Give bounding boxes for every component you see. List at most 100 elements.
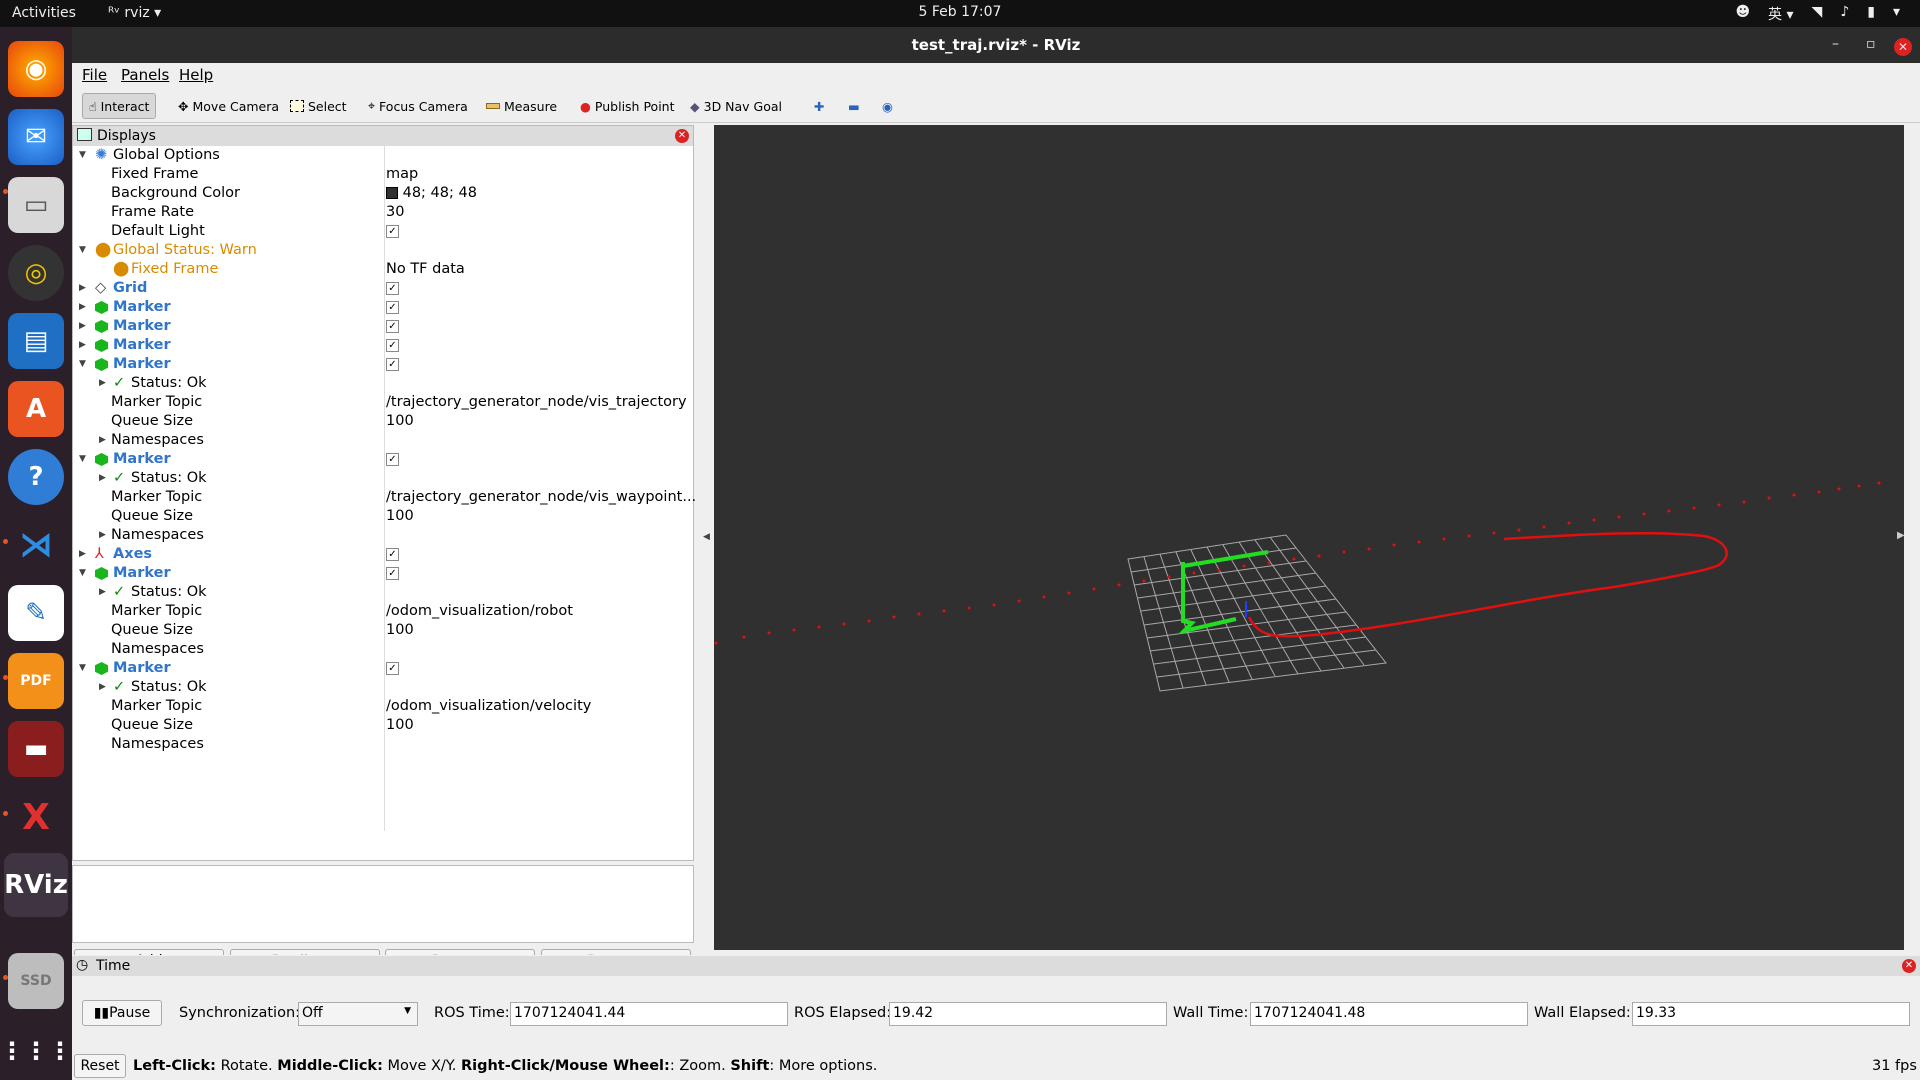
- tree-row-fixed-frame[interactable]: Fixed Frame map: [73, 165, 693, 184]
- tree-value[interactable]: /odom_visualization/robot: [386, 602, 573, 621]
- tree-row-frame-rate[interactable]: Frame Rate 30: [73, 203, 693, 222]
- tree-row-queue-size[interactable]: Queue Size 100: [73, 507, 693, 526]
- tree-row-status-ok[interactable]: ▶ ✓ Status: Ok: [73, 678, 693, 697]
- tree-row-marker[interactable]: ▶ Marker ✓: [73, 336, 693, 355]
- tree-value[interactable]: /trajectory_generator_node/vis_waypoint.…: [386, 488, 696, 507]
- thunderbird-icon[interactable]: ✉: [8, 109, 64, 165]
- display-tree[interactable]: ▼ ✺ Global Options Fixed Frame map Backg…: [73, 146, 696, 831]
- tree-row-namespaces[interactable]: Namespaces: [73, 735, 693, 754]
- tree-value[interactable]: map: [386, 165, 418, 184]
- software-center-icon[interactable]: A: [8, 381, 64, 437]
- tree-row-axes[interactable]: ▶ ⅄ Axes ✓: [73, 545, 693, 564]
- collapsed-arrow-icon[interactable]: ▶: [79, 279, 86, 298]
- rviz-icon[interactable]: RViz: [4, 853, 68, 917]
- reset-button[interactable]: Reset: [74, 1054, 126, 1078]
- collapsed-arrow-icon[interactable]: ▶: [99, 526, 106, 545]
- firefox-icon[interactable]: ◉: [8, 41, 64, 97]
- tree-row-namespaces[interactable]: Namespaces: [73, 640, 693, 659]
- collapsed-arrow-icon[interactable]: ▶: [99, 469, 106, 488]
- tree-value[interactable]: 100: [386, 507, 414, 526]
- tree-value[interactable]: 100: [386, 621, 414, 640]
- pdf-editor-icon[interactable]: PDF: [8, 653, 64, 709]
- expand-arrow-icon[interactable]: ▼: [79, 241, 86, 260]
- expand-arrow-icon[interactable]: ▼: [79, 564, 86, 583]
- system-tray[interactable]: ☻ 英 ▾ ◥ ♪ ▮ ▾: [1735, 4, 1900, 24]
- view-options-button[interactable]: ◉: [876, 93, 899, 119]
- nav-goal-tool-button[interactable]: ◆ 3D Nav Goal: [684, 93, 788, 119]
- tree-row-marker[interactable]: ▶ Marker ✓: [73, 317, 693, 336]
- rhythmbox-icon[interactable]: ◎: [8, 245, 64, 301]
- menu-panels[interactable]: Panels: [121, 66, 169, 84]
- collapsed-arrow-icon[interactable]: ▶: [99, 431, 106, 450]
- checkbox[interactable]: ✓: [386, 281, 399, 295]
- collapsed-arrow-icon[interactable]: ▶: [79, 545, 86, 564]
- checkbox[interactable]: ✓: [386, 319, 399, 333]
- expand-arrow-icon[interactable]: ▼: [79, 355, 86, 374]
- tree-value[interactable]: 48; 48; 48: [386, 184, 477, 203]
- tree-value[interactable]: 100: [386, 716, 414, 735]
- writer-icon[interactable]: ▤: [8, 313, 64, 369]
- files-icon[interactable]: ▭: [8, 177, 64, 233]
- add-tool-button[interactable]: ✚: [808, 93, 830, 119]
- tree-row-marker[interactable]: ▼ Marker ✓: [73, 355, 693, 374]
- pause-button[interactable]: ▮▮Pause: [82, 1000, 162, 1026]
- collapsed-arrow-icon[interactable]: ▶: [79, 317, 86, 336]
- text-editor-icon[interactable]: ✎: [8, 585, 64, 641]
- menu-file[interactable]: File: [82, 66, 107, 84]
- wall-time-field[interactable]: 1707124041.48: [1250, 1002, 1528, 1026]
- tree-row-marker-topic[interactable]: Marker Topic /trajectory_generator_node/…: [73, 488, 696, 507]
- tree-row-marker-topic[interactable]: Marker Topic /odom_visualization/robot: [73, 602, 693, 621]
- expand-arrow-icon[interactable]: ▼: [79, 450, 86, 469]
- input-method[interactable]: 英 ▾: [1768, 4, 1793, 24]
- ssd-drive-icon[interactable]: SSD: [8, 953, 64, 1009]
- collapse-left-arrow-icon[interactable]: ◀: [703, 532, 710, 542]
- measure-tool-button[interactable]: Measure: [480, 93, 563, 119]
- close-button[interactable]: ✕: [1894, 38, 1912, 56]
- tree-row-status-ok[interactable]: ▶ ✓ Status: Ok: [73, 469, 693, 488]
- tree-row-global-status[interactable]: ▼ ⬤ Global Status: Warn: [73, 241, 693, 260]
- tree-row-marker[interactable]: ▼ Marker ✓: [73, 450, 693, 469]
- checkbox[interactable]: ✓: [386, 338, 399, 352]
- tree-row-namespaces[interactable]: ▶ Namespaces: [73, 431, 693, 450]
- publish-point-tool-button[interactable]: ● Publish Point: [574, 93, 681, 119]
- vscode-icon[interactable]: ⋊: [8, 517, 64, 573]
- checkbox[interactable]: ✓: [386, 300, 399, 314]
- show-apps-icon[interactable]: ⋮⋮⋮: [0, 1023, 72, 1079]
- ros-time-field[interactable]: 1707124041.44: [510, 1002, 788, 1026]
- panel-close-icon[interactable]: ✕: [675, 129, 689, 143]
- tree-row-marker-topic[interactable]: Marker Topic /odom_visualization/velocit…: [73, 697, 693, 716]
- collapsed-arrow-icon[interactable]: ▶: [79, 336, 86, 355]
- checkbox[interactable]: ✓: [386, 224, 399, 238]
- system-menu-chevron-icon[interactable]: ▾: [1893, 4, 1900, 24]
- tree-row-status-ok[interactable]: ▶ ✓ Status: Ok: [73, 583, 693, 602]
- collapsed-arrow-icon[interactable]: ▶: [79, 298, 86, 317]
- tree-row-queue-size[interactable]: Queue Size 100: [73, 716, 693, 735]
- checkbox[interactable]: ✓: [386, 547, 399, 561]
- tree-row-marker-topic[interactable]: Marker Topic /trajectory_generator_node/…: [73, 393, 693, 412]
- tree-row-marker[interactable]: ▼ Marker ✓: [73, 659, 693, 678]
- checkbox[interactable]: ✓: [386, 566, 399, 580]
- move-camera-tool-button[interactable]: ✥ Move Camera: [172, 93, 285, 119]
- tree-row-marker[interactable]: ▼ Marker ✓: [73, 564, 693, 583]
- tree-value[interactable]: /odom_visualization/velocity: [386, 697, 591, 716]
- xmind-icon[interactable]: X: [8, 789, 64, 845]
- tree-row-queue-size[interactable]: Queue Size 100: [73, 621, 693, 640]
- tree-row-grid[interactable]: ▶ ◇ Grid ✓: [73, 279, 693, 298]
- focus-camera-tool-button[interactable]: ⌖ Focus Camera: [362, 93, 474, 119]
- wall-elapsed-field[interactable]: 19.33: [1632, 1002, 1910, 1026]
- wifi-icon[interactable]: ◥: [1812, 4, 1823, 24]
- expand-arrow-icon[interactable]: ▼: [79, 659, 86, 678]
- collapsed-arrow-icon[interactable]: ▶: [99, 678, 106, 697]
- tree-row-fixed-frame-status[interactable]: ⬤ Fixed Frame No TF data: [73, 260, 693, 279]
- tree-value[interactable]: 100: [386, 412, 414, 431]
- minimize-button[interactable]: –: [1832, 36, 1839, 52]
- volume-icon[interactable]: ♪: [1840, 4, 1849, 24]
- ros-elapsed-field[interactable]: 19.42: [889, 1002, 1167, 1026]
- tree-row-marker[interactable]: ▶ Marker ✓: [73, 298, 693, 317]
- collapsed-arrow-icon[interactable]: ▶: [99, 583, 106, 602]
- maximize-button[interactable]: ▫: [1866, 36, 1876, 52]
- menu-help[interactable]: Help: [179, 66, 213, 84]
- render-3d-view[interactable]: ▶: [714, 125, 1905, 950]
- time-panel-close-icon[interactable]: ✕: [1902, 959, 1916, 973]
- collapsed-arrow-icon[interactable]: ▶: [99, 374, 106, 393]
